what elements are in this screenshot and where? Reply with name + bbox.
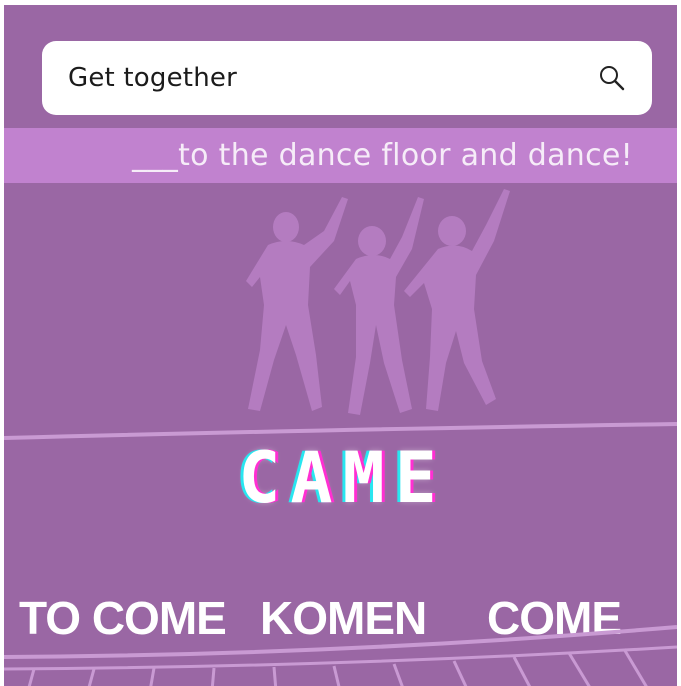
search-bar[interactable]: Get together	[42, 41, 652, 115]
search-input[interactable]: Get together	[68, 63, 237, 93]
floor-tiles-decoration	[4, 625, 677, 686]
quiz-card: Get together ___to the dance floor and d…	[4, 5, 677, 686]
dancers-illustration	[246, 189, 510, 415]
dancer-left	[246, 197, 348, 411]
target-word: CAME	[238, 437, 447, 519]
dancer-middle	[334, 197, 424, 415]
search-icon[interactable]	[598, 64, 626, 92]
target-word-wrap: CAME	[4, 437, 677, 519]
question-band: ___to the dance floor and dance!	[4, 128, 677, 183]
question-text: ___to the dance floor and dance!	[132, 138, 633, 173]
dancer-right	[404, 189, 510, 411]
